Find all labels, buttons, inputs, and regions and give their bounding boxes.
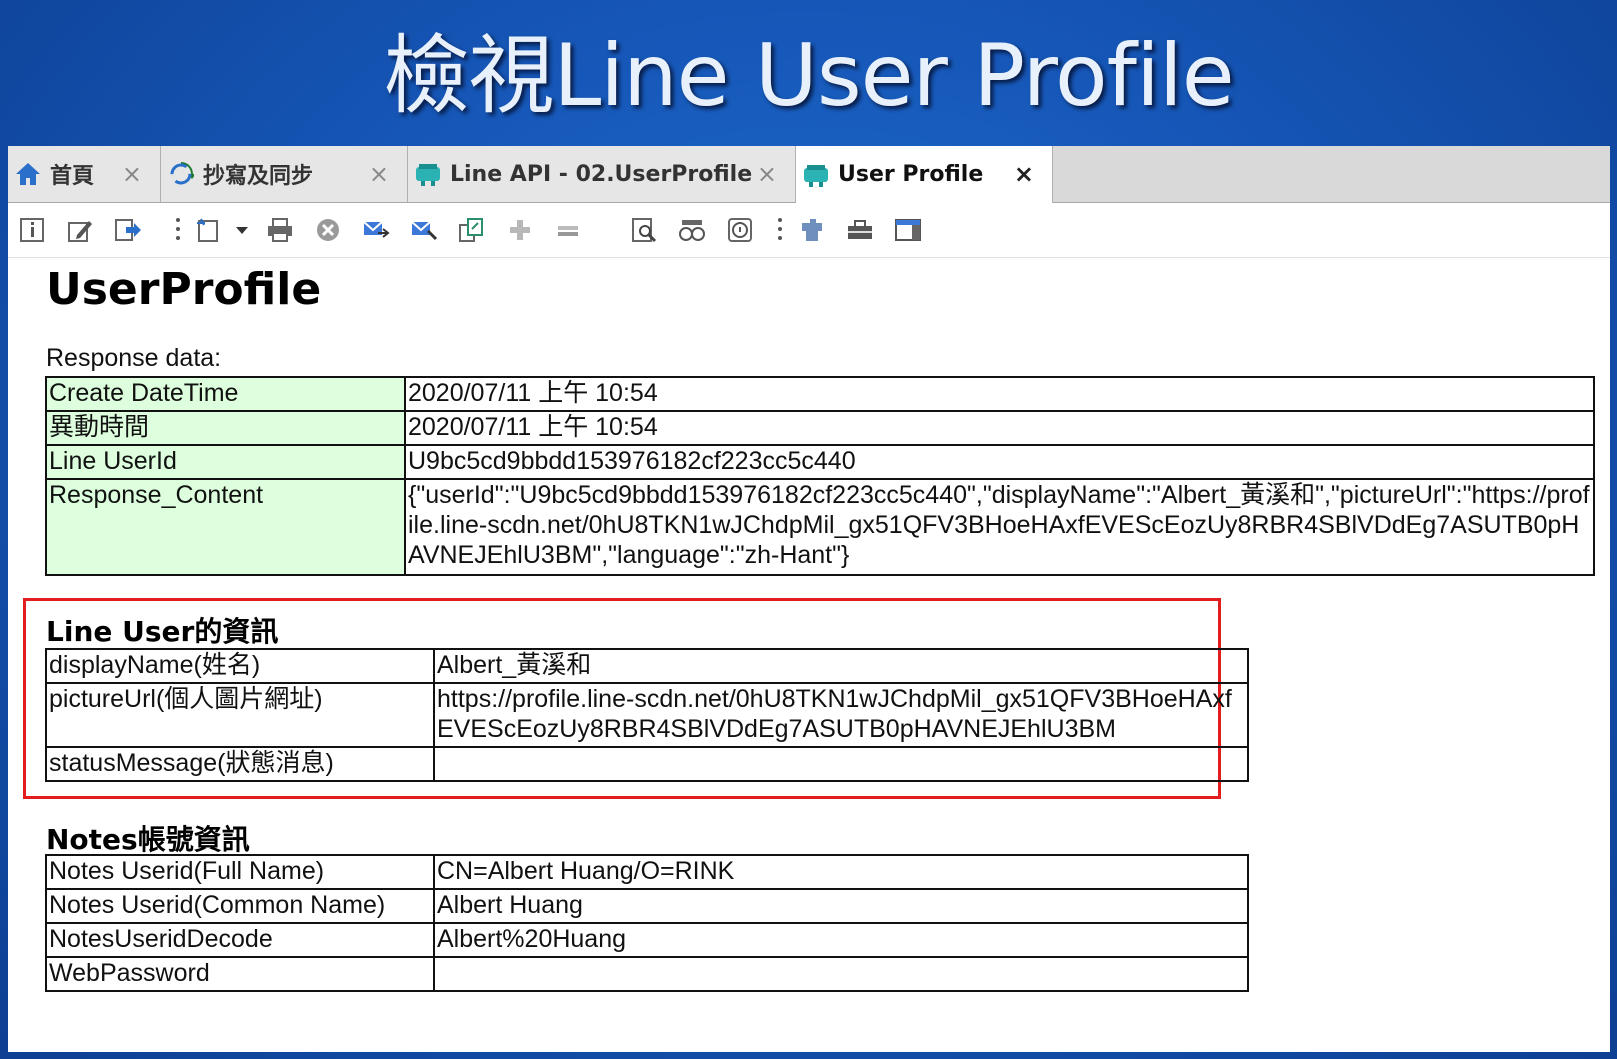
notes-section-title: Notes帳號資訊 — [46, 823, 250, 856]
toolbar-separator — [778, 215, 782, 245]
table-row: WebPassword — [45, 956, 1249, 992]
field-value: https://profile.line-scdn.net/0hU8TKN1wJ… — [433, 682, 1249, 748]
field-value: 2020/07/11 上午 10:54 — [404, 410, 1595, 446]
help-icon[interactable] — [726, 216, 754, 244]
dropdown-arrow-icon[interactable] — [234, 216, 250, 244]
remove-icon[interactable] — [554, 216, 582, 244]
line-user-section-title: Line User的資訊 — [46, 615, 279, 648]
mail-forward-icon[interactable] — [410, 216, 438, 244]
toolbar — [8, 203, 1610, 258]
database-icon — [414, 160, 442, 188]
tab-home[interactable]: 首頁 × — [8, 146, 161, 202]
document-content: UserProfile Response data: Create DateTi… — [8, 258, 1610, 1052]
home-icon — [14, 160, 42, 188]
close-icon[interactable]: × — [757, 160, 777, 188]
delete-icon[interactable] — [314, 216, 342, 244]
tab-label: 首頁 — [50, 164, 95, 189]
toolbar-separator — [176, 215, 180, 245]
field-value: CN=Albert Huang/O=RINK — [433, 854, 1249, 890]
info-icon[interactable] — [18, 216, 46, 244]
field-label: pictureUrl(個人圖片網址) — [45, 682, 435, 748]
field-label: NotesUseridDecode — [45, 922, 435, 958]
notes-account-table: Notes Userid(Full Name) CN=Albert Huang/… — [45, 854, 1249, 992]
binoculars-icon[interactable] — [678, 216, 706, 244]
tab-label: Line API - 02.UserProfile — [450, 161, 753, 187]
table-row: pictureUrl(個人圖片網址) https://profile.line-… — [45, 682, 1249, 748]
form-title: UserProfile — [46, 264, 322, 315]
print-icon[interactable] — [266, 216, 294, 244]
table-row: Response_Content {"userId":"U9bc5cd9bbdd… — [45, 478, 1595, 576]
tab-user-profile[interactable]: User Profile × — [796, 146, 1053, 203]
tab-sync[interactable]: 抄寫及同步 × — [161, 146, 408, 202]
response-content-value: {"userId":"U9bc5cd9bbdd153976182cf223cc5… — [404, 478, 1595, 576]
field-value — [433, 956, 1249, 992]
field-label: Notes Userid(Common Name) — [45, 888, 435, 924]
field-label: Response_Content — [45, 478, 406, 576]
new-document-icon[interactable] — [194, 216, 222, 244]
close-icon[interactable]: × — [369, 160, 389, 188]
table-row: Notes Userid(Common Name) Albert Huang — [45, 888, 1249, 924]
line-user-table: displayName(姓名) Albert_黃溪和 pictureUrl(個人… — [45, 648, 1249, 782]
mail-send-icon[interactable] — [362, 216, 390, 244]
tab-line-api-userprofile[interactable]: Line API - 02.UserProfile × — [408, 146, 796, 202]
response-data-table: Create DateTime 2020/07/11 上午 10:54 異動時間… — [45, 376, 1595, 576]
panel-layout-icon[interactable] — [894, 216, 922, 244]
field-value: Albert%20Huang — [433, 922, 1249, 958]
sync-icon — [167, 160, 195, 188]
field-value: Albert Huang — [433, 888, 1249, 924]
field-value — [433, 746, 1249, 782]
slide-title: 檢視Line User Profile — [383, 26, 1234, 126]
copy-to-icon[interactable] — [458, 216, 486, 244]
edit-icon[interactable] — [66, 216, 94, 244]
database-icon — [802, 161, 830, 189]
tab-label: User Profile — [838, 162, 984, 187]
table-row: 異動時間 2020/07/11 上午 10:54 — [45, 410, 1595, 446]
toolbox-icon[interactable] — [846, 216, 874, 244]
field-label: Create DateTime — [45, 376, 406, 412]
notes-client-window: 首頁 × 抄寫及同步 × Line API - 02.UserProfile ×… — [8, 146, 1610, 1052]
field-label: statusMessage(狀態消息) — [45, 746, 435, 782]
field-value: 2020/07/11 上午 10:54 — [404, 376, 1595, 412]
table-row: Line UserId U9bc5cd9bbdd153976182cf223cc… — [45, 444, 1595, 480]
table-row: displayName(姓名) Albert_黃溪和 — [45, 648, 1249, 684]
close-icon[interactable]: × — [122, 160, 142, 188]
field-label: Line UserId — [45, 444, 406, 480]
close-icon[interactable]: × — [1014, 160, 1034, 188]
agent-icon[interactable] — [798, 216, 826, 244]
table-row: Notes Userid(Full Name) CN=Albert Huang/… — [45, 854, 1249, 890]
field-label: WebPassword — [45, 956, 435, 992]
field-value: U9bc5cd9bbdd153976182cf223cc5c440 — [404, 444, 1595, 480]
table-row: NotesUseridDecode Albert%20Huang — [45, 922, 1249, 958]
add-icon[interactable] — [506, 216, 534, 244]
response-data-label: Response data: — [46, 344, 222, 372]
field-label: displayName(姓名) — [45, 648, 435, 684]
preview-icon[interactable] — [630, 216, 658, 244]
field-value: Albert_黃溪和 — [433, 648, 1249, 684]
field-label: 異動時間 — [45, 410, 406, 446]
tab-label: 抄寫及同步 — [203, 164, 314, 189]
table-row: Create DateTime 2020/07/11 上午 10:54 — [45, 376, 1595, 412]
table-row: statusMessage(狀態消息) — [45, 746, 1249, 782]
forward-icon[interactable] — [114, 216, 142, 244]
tab-bar: 首頁 × 抄寫及同步 × Line API - 02.UserProfile ×… — [8, 146, 1610, 203]
field-label: Notes Userid(Full Name) — [45, 854, 435, 890]
